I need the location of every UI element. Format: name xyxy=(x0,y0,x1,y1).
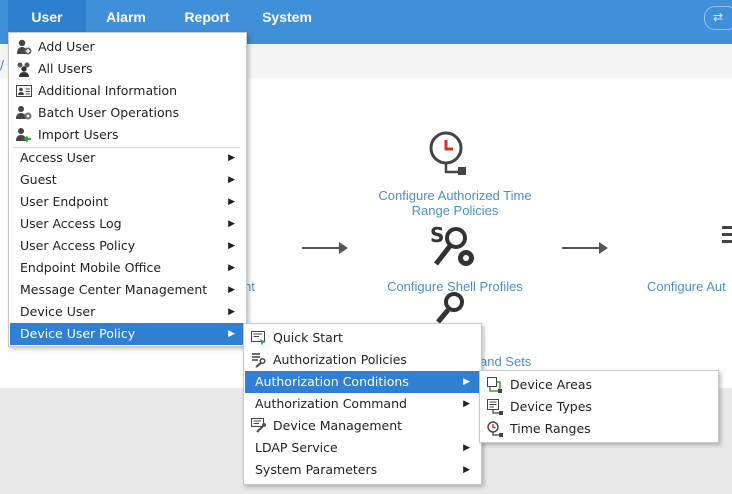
menu-item-access-user[interactable]: Access User ▶ xyxy=(10,147,245,169)
menu-item-endpoint-mobile-office[interactable]: Endpoint Mobile Office ▶ xyxy=(10,257,245,279)
command-sets-icon[interactable] xyxy=(432,292,472,324)
menu-item-label: All Users xyxy=(38,61,93,76)
submenu-arrow-icon: ▶ xyxy=(463,443,470,453)
import-users-icon xyxy=(16,128,31,143)
menu-item-device-user[interactable]: Device User ▶ xyxy=(10,301,245,323)
menu-item-device-user-policy[interactable]: Device User Policy ▶ xyxy=(10,323,245,345)
menu-item-time-ranges[interactable]: Time Ranges xyxy=(481,418,717,440)
command-sets-label[interactable]: and Sets xyxy=(480,354,540,369)
menu-item-guest[interactable]: Guest ▶ xyxy=(10,169,245,191)
submenu-arrow-icon: ▶ xyxy=(463,377,470,387)
menu-item-label: User Access Policy xyxy=(20,238,136,253)
menu-item-user-access-log[interactable]: User Access Log ▶ xyxy=(10,213,245,235)
link-icon: ⇄ xyxy=(713,10,724,24)
quick-start-icon xyxy=(251,331,266,346)
menu-item-message-center-management[interactable]: Message Center Management ▶ xyxy=(10,279,245,301)
menu-item-label: Endpoint Mobile Office xyxy=(20,260,162,275)
submenu-arrow-icon: ▶ xyxy=(228,153,235,163)
list-icon[interactable] xyxy=(720,224,732,246)
menu-item-ldap-service[interactable]: LDAP Service ▶ xyxy=(245,437,480,459)
time-policy-label-line2: Range Policies xyxy=(411,203,499,218)
submenu-arrow-icon: ▶ xyxy=(228,197,235,207)
menu-item-label: Authorization Conditions xyxy=(255,374,409,389)
submenu-arrow-icon: ▶ xyxy=(228,329,235,339)
batch-users-icon xyxy=(16,106,32,120)
menu-item-label: Device User Policy xyxy=(20,326,136,341)
menu-item-label: Device User xyxy=(20,304,96,319)
menu-item-label: Additional Information xyxy=(38,83,178,98)
tab-report[interactable]: Report xyxy=(172,0,242,34)
menu-item-all-users[interactable]: All Users xyxy=(10,58,245,80)
add-user-icon xyxy=(17,39,32,55)
menu-item-authorization-conditions[interactable]: Authorization Conditions ▶ xyxy=(245,371,480,393)
menu-item-label: Quick Start xyxy=(273,330,343,345)
menu-item-label: User Endpoint xyxy=(20,194,109,209)
menu-item-label: User Access Log xyxy=(20,216,122,231)
menu-item-system-parameters[interactable]: System Parameters ▶ xyxy=(245,459,480,481)
menu-item-device-types[interactable]: Device Types xyxy=(481,396,717,418)
menu-item-authorization-policies[interactable]: Authorization Policies xyxy=(245,349,480,371)
menu-item-quick-start[interactable]: Quick Start xyxy=(245,327,480,349)
user-menu: Add User All Users Additional Informatio… xyxy=(8,32,247,347)
device-user-policy-menu: Quick Start Authorization Policies Autho… xyxy=(243,323,482,485)
left-step-label[interactable]: nt xyxy=(244,279,274,294)
submenu-arrow-icon: ▶ xyxy=(228,175,235,185)
submenu-arrow-icon: ▶ xyxy=(228,219,235,229)
submenu-arrow-icon: ▶ xyxy=(228,307,235,317)
tab-alarm[interactable]: Alarm xyxy=(94,0,158,34)
clock-policy-icon[interactable] xyxy=(428,130,474,178)
submenu-arrow-icon: ▶ xyxy=(463,465,470,475)
menu-item-device-areas[interactable]: Device Areas xyxy=(481,374,717,396)
menu-item-label: LDAP Service xyxy=(255,440,338,455)
device-types-icon xyxy=(487,399,503,415)
menu-item-authorization-command[interactable]: Authorization Command ▶ xyxy=(245,393,480,415)
svg-text:S: S xyxy=(430,223,444,247)
tab-user[interactable]: User xyxy=(8,0,86,34)
menu-item-label: Batch User Operations xyxy=(38,105,180,120)
menu-item-label: Device Areas xyxy=(510,377,593,392)
authorization-policies-icon xyxy=(252,353,266,368)
menu-item-label: Time Ranges xyxy=(510,421,591,436)
menu-item-label: Message Center Management xyxy=(20,282,208,297)
menu-item-label: Add User xyxy=(38,39,95,54)
menu-item-label: Access User xyxy=(20,150,96,165)
all-users-icon xyxy=(17,62,30,77)
menu-item-label: Device Types xyxy=(510,399,592,414)
menu-item-label: Import Users xyxy=(38,127,119,142)
menu-item-label: Authorization Policies xyxy=(273,352,407,367)
flow-arrow-1 xyxy=(302,242,348,254)
authorization-conditions-menu: Device Areas Device Types Time Ranges xyxy=(479,370,719,443)
id-card-icon xyxy=(16,85,32,97)
submenu-arrow-icon: ▶ xyxy=(228,285,235,295)
menu-item-label: Authorization Command xyxy=(255,396,407,411)
menu-item-label: Guest xyxy=(20,172,57,187)
time-ranges-icon xyxy=(487,421,503,437)
menu-item-additional-information[interactable]: Additional Information xyxy=(10,80,245,102)
menu-item-import-users[interactable]: Import Users xyxy=(10,124,245,146)
flow-arrow-2 xyxy=(562,242,608,254)
time-policy-label[interactable]: Configure Authorized Time Range Policies xyxy=(360,188,550,218)
menu-item-label: Device Management xyxy=(273,418,403,433)
breadcrumb-fragment-icon: / xyxy=(0,58,5,72)
menu-item-add-user[interactable]: Add User xyxy=(10,36,245,58)
device-management-icon xyxy=(251,418,266,433)
submenu-arrow-icon: ▶ xyxy=(463,399,470,409)
submenu-arrow-icon: ▶ xyxy=(228,241,235,251)
menu-item-user-access-policy[interactable]: User Access Policy ▶ xyxy=(10,235,245,257)
shell-profiles-icon[interactable]: S xyxy=(428,222,482,274)
right-step-label[interactable]: Configure Aut xyxy=(647,279,732,294)
time-policy-label-line1: Configure Authorized Time xyxy=(378,188,532,203)
tab-system[interactable]: System xyxy=(252,0,322,34)
menu-item-batch-user-operations[interactable]: Batch User Operations xyxy=(10,102,245,124)
topbar-toggle-button[interactable]: ⇄ xyxy=(704,6,732,30)
menu-item-user-endpoint[interactable]: User Endpoint ▶ xyxy=(10,191,245,213)
submenu-arrow-icon: ▶ xyxy=(228,263,235,273)
menu-item-label: System Parameters xyxy=(255,462,378,477)
device-areas-icon xyxy=(487,377,502,393)
menu-item-device-management[interactable]: Device Management xyxy=(245,415,480,437)
